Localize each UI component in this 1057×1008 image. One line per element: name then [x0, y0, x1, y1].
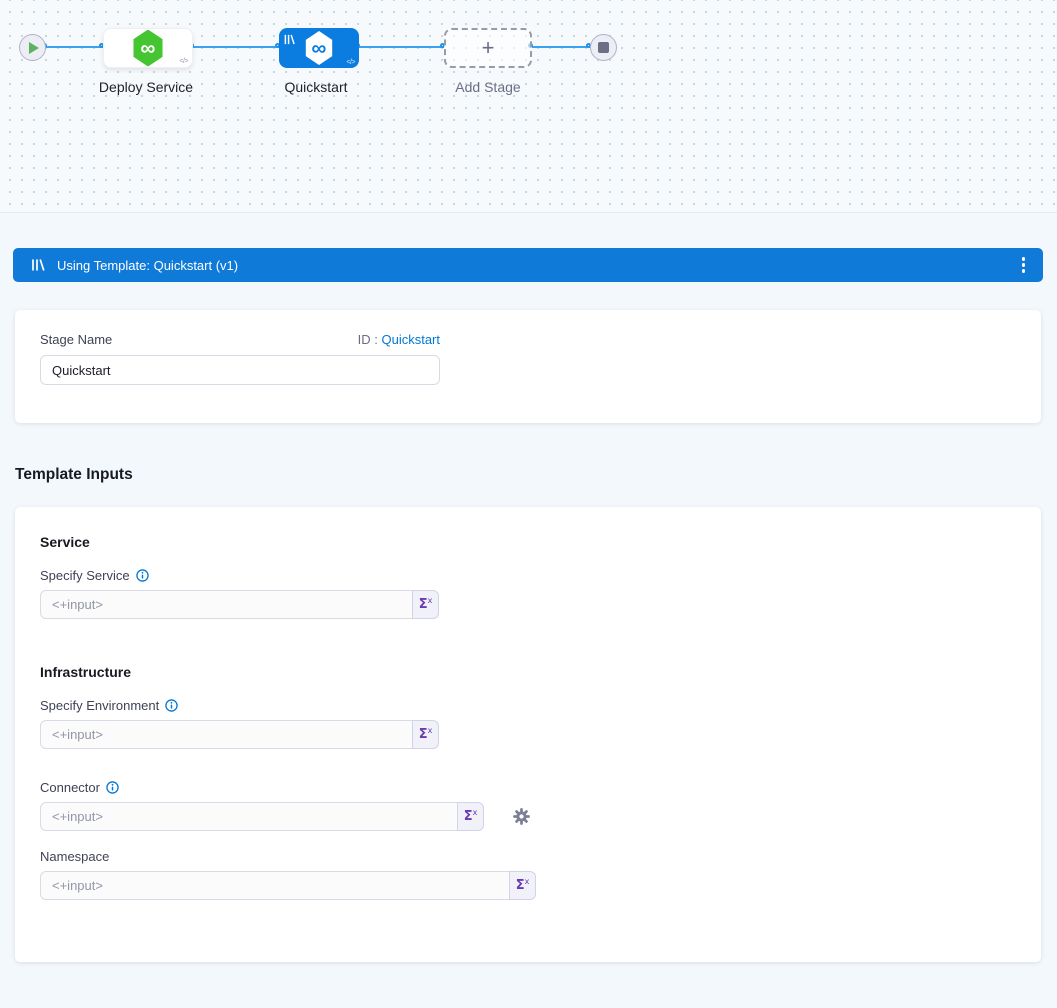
expression-toggle-button[interactable]: Σx [412, 590, 439, 619]
harness-cd-icon: ∞ [304, 31, 334, 65]
stage-id: ID : Quickstart [358, 332, 440, 347]
pipeline-canvas[interactable]: ∞ </> ∞ </> + Deploy Service Quickstart … [0, 0, 1057, 213]
specify-service-field: Specify Service Σx [40, 568, 1016, 619]
add-stage-label: Add Stage [418, 79, 558, 95]
template-badge-icon [284, 32, 295, 50]
specify-service-label: Specify Service [40, 568, 130, 583]
play-icon [29, 42, 39, 54]
connector-input[interactable] [40, 802, 458, 831]
namespace-label: Namespace [40, 849, 109, 864]
template-library-icon [31, 258, 45, 272]
banner-options-menu-button[interactable] [1020, 253, 1028, 277]
stage-id-link[interactable]: Quickstart [381, 332, 440, 347]
service-section-heading: Service [40, 534, 1016, 550]
stage-name-input[interactable] [40, 355, 440, 385]
pipeline-start-node[interactable] [19, 34, 46, 61]
edge-add-end [532, 46, 590, 48]
stage-overview-card: Stage Name ID : Quickstart [15, 310, 1041, 423]
code-icon: </> [179, 58, 188, 65]
namespace-field: Namespace Σx [40, 849, 1016, 900]
edge-deploy-quickstart [193, 46, 279, 48]
connector-label: Connector [40, 780, 100, 795]
expression-toggle-button[interactable]: Σx [509, 871, 536, 900]
stage-name-label: Stage Name [40, 332, 112, 347]
stop-icon [598, 42, 609, 53]
namespace-input[interactable] [40, 871, 510, 900]
stage-node-deploy-service[interactable]: ∞ </> [103, 28, 193, 68]
harness-cd-icon: ∞ [132, 30, 165, 67]
quickstart-label: Quickstart [246, 79, 386, 95]
template-inputs-title: Template Inputs [15, 466, 1057, 484]
pipeline-end-node[interactable] [590, 34, 617, 61]
edge-start-deploy [46, 46, 103, 48]
edge-quickstart-add [359, 46, 444, 48]
banner-text: Using Template: Quickstart (v1) [57, 258, 1020, 273]
template-inputs-card: Service Specify Service Σx Infrastructur… [15, 507, 1041, 962]
template-banner: Using Template: Quickstart (v1) [13, 248, 1043, 282]
info-icon[interactable] [136, 569, 149, 582]
stage-node-quickstart[interactable]: ∞ </> [279, 28, 359, 68]
specify-environment-label: Specify Environment [40, 698, 159, 713]
deploy-service-label: Deploy Service [76, 79, 216, 95]
infrastructure-section-heading: Infrastructure [40, 664, 1016, 680]
connector-field: Connector Σx [40, 780, 1016, 831]
info-icon[interactable] [106, 781, 119, 794]
specify-environment-input[interactable] [40, 720, 413, 749]
info-icon[interactable] [165, 699, 178, 712]
code-icon: </> [346, 59, 355, 66]
expression-toggle-button[interactable]: Σx [412, 720, 439, 749]
specify-service-input[interactable] [40, 590, 413, 619]
specify-environment-field: Specify Environment Σx [40, 698, 1016, 749]
connector-settings-gear-icon[interactable] [513, 808, 530, 825]
add-stage-button[interactable]: + [444, 28, 532, 68]
expression-toggle-button[interactable]: Σx [457, 802, 484, 831]
plus-icon: + [482, 35, 495, 61]
